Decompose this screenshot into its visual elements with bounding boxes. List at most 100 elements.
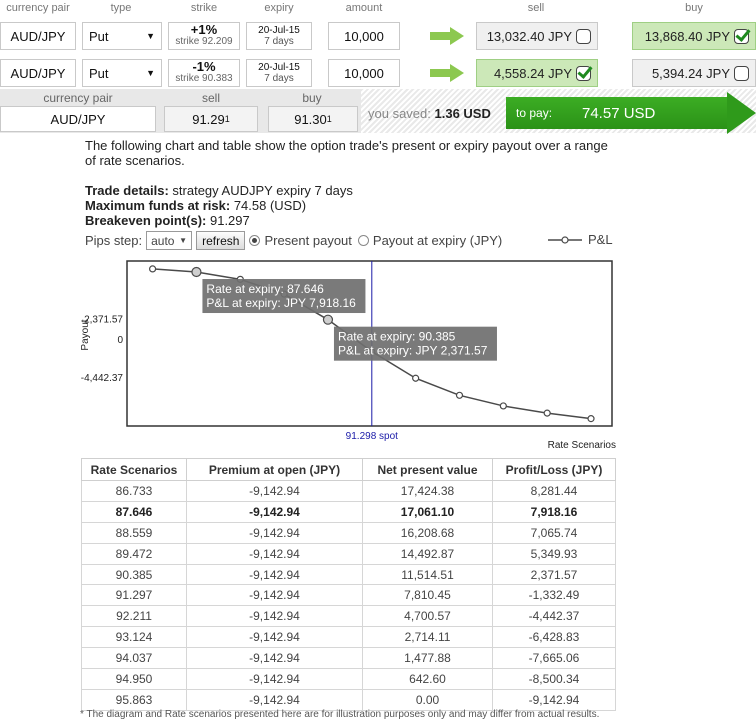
header-expiry: expiry bbox=[264, 2, 294, 14]
header-amount: amount bbox=[345, 2, 383, 14]
pay-button[interactable]: to pay: 74.57 USD bbox=[506, 97, 728, 129]
leg2-strike-pct: -1% bbox=[192, 59, 216, 74]
leg2-strike[interactable]: -1% strike 90.383 bbox=[168, 59, 240, 87]
table-row: 87.646 -9,142.94 17,061.10 7,918.16 bbox=[81, 500, 616, 523]
table-row: 95.863 -9,142.94 0.00 -9,142.94 bbox=[81, 688, 616, 711]
col-net-present-value: Net present value bbox=[362, 458, 493, 481]
premium-cell: -9,142.94 bbox=[186, 500, 363, 523]
header-strike: strike bbox=[190, 2, 218, 14]
rate-sell[interactable]: 91.29 1 bbox=[164, 106, 258, 132]
rate-scenario-cell: 93.124 bbox=[81, 626, 187, 649]
pay-label: to pay: bbox=[516, 106, 553, 120]
rate-scenario-cell: 95.863 bbox=[81, 688, 187, 711]
leg2-buy-value: 5,394.24 JPY bbox=[651, 65, 730, 81]
leg1-sell-checkbox[interactable] bbox=[576, 28, 591, 44]
pnl-data-point[interactable] bbox=[191, 266, 202, 278]
npv-cell: 7,810.45 bbox=[362, 584, 493, 607]
leg2-type-value: Put bbox=[89, 65, 109, 81]
trade-details: Trade details: strategy AUDJPY expiry 7 … bbox=[85, 183, 615, 228]
chevron-down-icon: ▼ bbox=[179, 236, 188, 245]
header-type: type bbox=[110, 2, 132, 14]
npv-cell: 1,477.88 bbox=[362, 647, 493, 670]
pnl-cell: -6,428.83 bbox=[492, 626, 616, 649]
pnl-data-point[interactable] bbox=[322, 314, 334, 325]
table-row: 92.211 -9,142.94 4,700.57 -4,442.37 bbox=[81, 605, 616, 628]
leg2-expiry-days: 7 days bbox=[264, 73, 294, 84]
rate-pair: AUD/JPY bbox=[0, 106, 156, 132]
leg2-buy-checkbox[interactable] bbox=[734, 65, 749, 81]
pnl-data-point[interactable] bbox=[148, 265, 157, 273]
pnl-data-point[interactable] bbox=[499, 402, 507, 410]
leg1-buy-quote[interactable]: 13,868.40 JPY bbox=[632, 22, 756, 50]
pay-arrow-icon bbox=[727, 92, 756, 134]
pnl-data-point[interactable] bbox=[455, 391, 464, 399]
spot-label: 91.298 spot bbox=[346, 431, 398, 442]
col-profit-loss: Profit/Loss (JPY) bbox=[492, 458, 616, 481]
rate-scenario-cell: 90.385 bbox=[81, 563, 187, 586]
pips-step-select[interactable]: auto ▼ bbox=[146, 231, 193, 250]
expiry-payout-label: Payout at expiry (JPY) bbox=[372, 233, 503, 248]
pnl-cell: -1,332.49 bbox=[492, 584, 616, 607]
chart-legend: P&L bbox=[548, 232, 613, 247]
breakeven-value: 91.297 bbox=[206, 213, 250, 228]
rate-sell-value: 91.29 bbox=[192, 111, 225, 127]
leg2-pair: AUD/JPY bbox=[0, 59, 76, 87]
table-row: 88.559 -9,142.94 16,208.68 7,065.74 bbox=[81, 521, 616, 544]
leg1-amount-input[interactable]: 10,000 bbox=[328, 22, 400, 50]
rate-scenario-cell: 92.211 bbox=[81, 605, 187, 628]
leg1-type-value: Put bbox=[89, 28, 109, 44]
refresh-button[interactable]: refresh bbox=[196, 231, 246, 250]
max-funds-label: Maximum funds at risk: bbox=[85, 198, 231, 213]
saved-amount: you saved: 1.36 USD bbox=[368, 106, 491, 121]
trade-details-label: Trade details: bbox=[85, 183, 169, 198]
table-row: 94.950 -9,142.94 642.60 -8,500.34 bbox=[81, 668, 616, 690]
table-row: 86.733 -9,142.94 17,424.38 8,281.44 bbox=[81, 480, 616, 502]
leg2-buy-quote[interactable]: 5,394.24 JPY bbox=[632, 59, 756, 87]
npv-cell: 17,061.10 bbox=[362, 500, 493, 523]
pnl-data-point[interactable] bbox=[587, 415, 595, 423]
pnl-cell: 7,065.74 bbox=[492, 521, 616, 544]
leg1-expiry[interactable]: 20-Jul-15 7 days bbox=[246, 22, 312, 50]
leg2-amount-input[interactable]: 10,000 bbox=[328, 59, 400, 87]
leg2-expiry-date: 20-Jul-15 bbox=[258, 62, 300, 73]
leg1-sell-quote[interactable]: 13,032.40 JPY bbox=[476, 22, 598, 50]
leg1-buy-checkbox[interactable] bbox=[734, 28, 749, 44]
leg1-type-select[interactable]: Put ▼ bbox=[82, 22, 162, 50]
leg2-sell-quote[interactable]: 4,558.24 JPY bbox=[476, 59, 598, 87]
leg2-expiry[interactable]: 20-Jul-15 7 days bbox=[246, 59, 312, 87]
legend-line-icon bbox=[548, 235, 582, 244]
leg1-strike[interactable]: +1% strike 92.209 bbox=[168, 22, 240, 50]
table-row: 91.297 -9,142.94 7,810.45 -1,332.49 bbox=[81, 584, 616, 607]
leg1-pair: AUD/JPY bbox=[0, 22, 76, 50]
x-axis-label: Rate Scenarios bbox=[548, 440, 616, 451]
table-header-row: Rate Scenarios Premium at open (JPY) Net… bbox=[81, 458, 616, 481]
npv-cell: 17,424.38 bbox=[362, 480, 493, 502]
pnl-data-point[interactable] bbox=[412, 374, 420, 382]
leg1-strike-value: strike 92.209 bbox=[175, 36, 233, 47]
leg2-type-select[interactable]: Put ▼ bbox=[82, 59, 162, 87]
arrow-right-icon bbox=[430, 64, 464, 82]
present-payout-radio[interactable] bbox=[249, 235, 261, 246]
rate-header-buy: buy bbox=[302, 91, 322, 105]
npv-cell: 2,714.11 bbox=[362, 626, 493, 649]
leg1-sell-value: 13,032.40 JPY bbox=[486, 28, 572, 44]
leg2-sell-checkbox[interactable] bbox=[576, 65, 591, 81]
premium-cell: -9,142.94 bbox=[186, 688, 363, 711]
rate-scenarios-table: Rate Scenarios Premium at open (JPY) Net… bbox=[81, 458, 616, 711]
rate-buy-pip: 1 bbox=[326, 114, 332, 124]
rate-buy[interactable]: 91.30 1 bbox=[268, 106, 358, 132]
pnl-cell: -7,665.06 bbox=[492, 647, 616, 670]
col-premium-at-open: Premium at open (JPY) bbox=[186, 458, 363, 481]
rate-buy-value: 91.30 bbox=[294, 111, 327, 127]
payout-chart[interactable]: Payout 2,371.570-4,442.37 91.298 spot Ra… bbox=[80, 255, 620, 455]
premium-cell: -9,142.94 bbox=[186, 542, 363, 565]
pay-value: 74.57 USD bbox=[582, 104, 656, 122]
chart-tooltip: Rate at expiry: 90.385P&L at expiry: JPY… bbox=[333, 326, 497, 361]
premium-cell: -9,142.94 bbox=[186, 668, 363, 690]
pnl-cell: -8,500.34 bbox=[492, 668, 616, 690]
expiry-payout-radio[interactable] bbox=[357, 235, 369, 246]
header-buy: buy bbox=[685, 2, 703, 14]
pnl-data-point[interactable] bbox=[543, 409, 551, 417]
chevron-down-icon: ▼ bbox=[146, 68, 155, 78]
leg1-expiry-date: 20-Jul-15 bbox=[258, 25, 300, 36]
